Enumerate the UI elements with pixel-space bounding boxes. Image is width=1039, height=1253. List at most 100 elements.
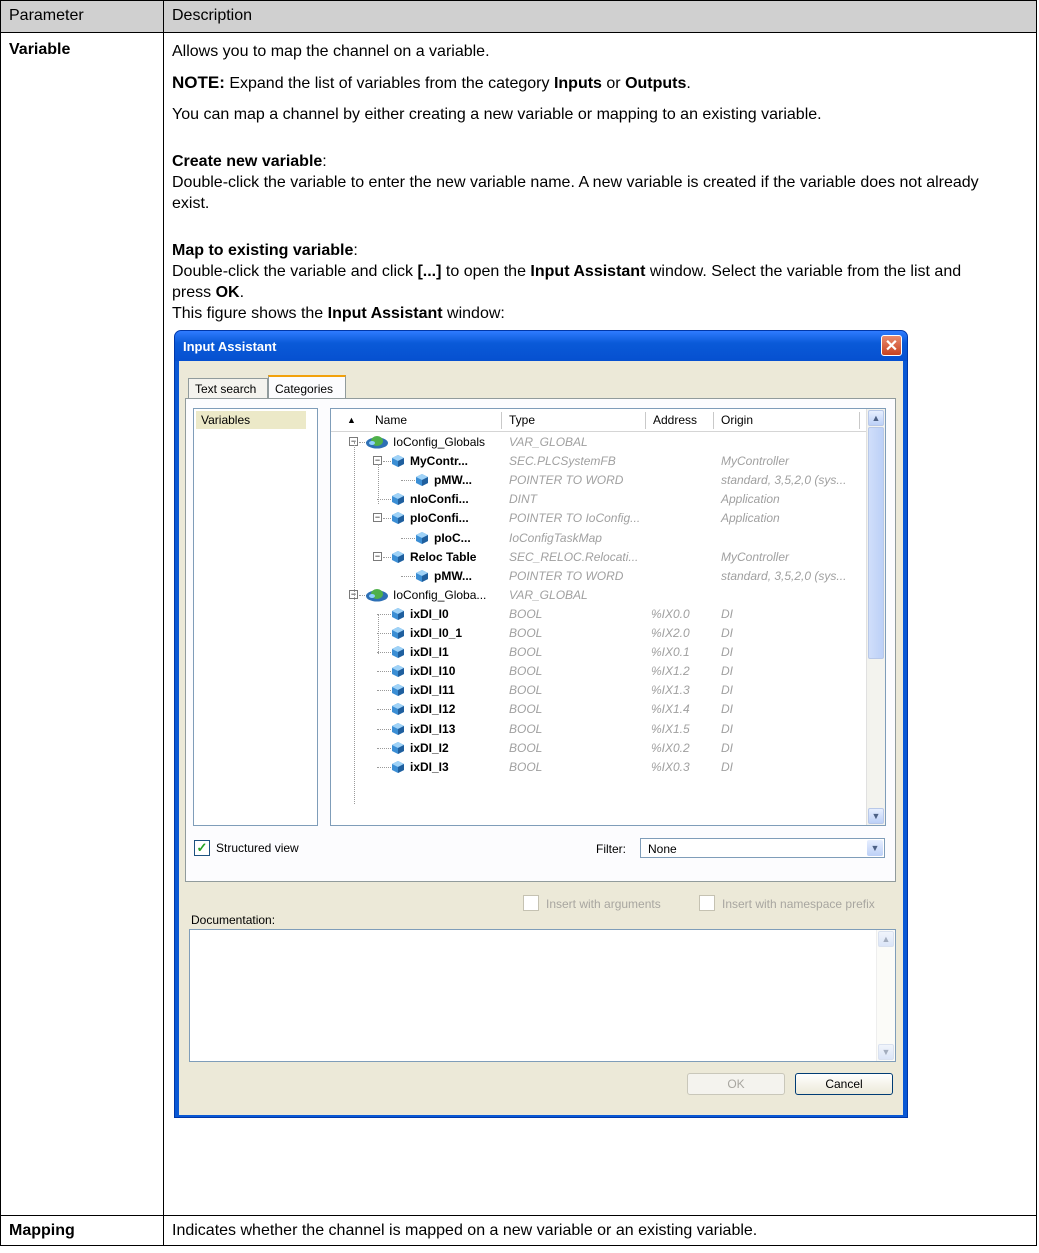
map-ok: OK: [215, 284, 240, 301]
table-row: Variable Allows you to map the channel o…: [0, 32, 1037, 1216]
scroll-thumb[interactable]: [868, 427, 884, 659]
insert-ns-checkbox[interactable]: [699, 895, 715, 911]
close-button[interactable]: ✕: [881, 335, 902, 356]
filter-select[interactable]: None ▼: [640, 838, 885, 858]
variable-icon: [415, 473, 429, 487]
tree-row[interactable]: pIoC... IoConfigTaskMap: [331, 530, 867, 547]
tree-row[interactable]: − IoConfig_Globa... VAR_GLOBAL: [331, 587, 867, 604]
scroll-up-button[interactable]: ▲: [868, 410, 884, 426]
tree-row[interactable]: − Reloc Table SEC_RELOC.Relocati... MyContr…: [331, 549, 867, 566]
tab-text-search[interactable]: Text search: [188, 378, 268, 398]
tree-header: ▲ Name Type Address Origin: [331, 409, 867, 432]
row-type: VAR_GLOBAL: [509, 587, 588, 602]
tree-scrollbar[interactable]: ▲ ▼: [866, 409, 885, 825]
row-name: ixDI_I12: [410, 702, 456, 717]
cancel-button[interactable]: Cancel: [795, 1073, 893, 1095]
variable-icon: [391, 741, 405, 755]
header-description: Description: [163, 0, 1037, 33]
fig-b: window:: [442, 305, 505, 322]
dialog-body: Text search Categories Variables ▲ Name …: [179, 361, 903, 1115]
row-type: BOOL: [509, 759, 543, 774]
dialog-title: Input Assistant: [183, 339, 277, 354]
variable-icon: [391, 550, 405, 564]
row-address: %IX1.3: [651, 683, 690, 698]
tree-row[interactable]: ixDI_I2 BOOL %IX0.2 DI: [331, 740, 867, 757]
variable-icon: [391, 645, 405, 659]
map-colon: :: [353, 242, 358, 259]
row-name: ixDI_I1: [410, 645, 449, 660]
tree-row[interactable]: ixDI_I0 BOOL %IX0.0 DI: [331, 606, 867, 623]
note-or: or: [601, 75, 626, 92]
row-origin: DI: [721, 702, 733, 717]
variable-icon: [391, 722, 405, 736]
table-row: Mapping Indicates whether the channel is…: [0, 1215, 1037, 1246]
row-type: BOOL: [509, 740, 543, 755]
desc-para: You can map a channel by either creating…: [172, 106, 822, 123]
sort-arrow-icon[interactable]: ▲: [347, 415, 356, 425]
tree-row[interactable]: pMW... POINTER TO WORD standard, 3,5,2,0 (…: [331, 568, 867, 585]
tree-row[interactable]: ixDI_I10 BOOL %IX1.2 DI: [331, 663, 867, 680]
tree-row[interactable]: − IoConfig_Globals VAR_GLOBAL: [331, 434, 867, 451]
row-name: ixDI_I2: [410, 740, 449, 755]
tab-categories[interactable]: Categories: [268, 375, 346, 399]
column-name[interactable]: Name: [375, 413, 407, 427]
row-type: BOOL: [509, 683, 543, 698]
fig-ia: Input Assistant: [327, 305, 443, 322]
column-origin[interactable]: Origin: [721, 413, 753, 427]
documentation-label: Documentation:: [191, 913, 276, 927]
map-text: Double-click the variable and click [...…: [172, 261, 1002, 303]
variable-icon: [391, 511, 405, 525]
tree-row[interactable]: ixDI_I11 BOOL %IX1.3 DI: [331, 682, 867, 699]
create-heading-text: Create new variable: [172, 153, 323, 170]
variable-icon: [415, 569, 429, 583]
create-colon: :: [322, 153, 327, 170]
category-item-variables[interactable]: Variables: [196, 411, 306, 429]
row-origin: DI: [721, 664, 733, 679]
tree-row[interactable]: − pIoConfi... POINTER TO IoConfig... Applic…: [331, 510, 867, 527]
insert-args-label: Insert with arguments: [546, 897, 661, 911]
scroll-down-button[interactable]: ▼: [868, 808, 884, 824]
structured-view-checkbox[interactable]: ✓: [194, 840, 210, 856]
map-heading-text: Map to existing variable: [172, 242, 354, 259]
chevron-down-icon[interactable]: ▼: [867, 840, 883, 856]
param-description: Indicates whether the channel is mapped …: [163, 1215, 1037, 1246]
variable-icon: [391, 664, 405, 678]
param-name: Mapping: [0, 1215, 164, 1246]
row-origin: standard, 3,5,2,0 (sys...: [721, 473, 847, 488]
variable-icon: [415, 531, 429, 545]
row-type: IoConfigTaskMap: [509, 530, 602, 545]
map-text-b: to open the: [441, 263, 531, 280]
row-origin: Application: [721, 511, 780, 526]
tree-row[interactable]: ixDI_I12 BOOL %IX1.4 DI: [331, 701, 867, 718]
tree-row[interactable]: ixDI_I13 BOOL %IX1.5 DI: [331, 721, 867, 738]
tree-row[interactable]: − MyContr... SEC.PLCSystemFB MyController: [331, 453, 867, 470]
collapse-toggle-icon[interactable]: −: [373, 513, 382, 523]
collapse-toggle-icon[interactable]: −: [373, 551, 382, 561]
tree-row[interactable]: ixDI_I3 BOOL %IX0.3 DI: [331, 759, 867, 776]
category-list[interactable]: Variables: [193, 408, 318, 826]
row-name: MyContr...: [410, 454, 469, 469]
map-end: .: [239, 284, 245, 301]
note-text: Expand the list of variables from the ca…: [224, 75, 554, 92]
row-address: %IX0.1: [651, 645, 690, 660]
tree-row[interactable]: ixDI_I1 BOOL %IX0.1 DI: [331, 644, 867, 661]
row-name: pMW...: [434, 473, 472, 488]
variable-tree[interactable]: ▲ Name Type Address Origin −IoConfig_Gl: [330, 408, 886, 826]
global-variables-icon: [365, 588, 389, 602]
documentation-box[interactable]: ▲ ▼: [189, 929, 896, 1062]
create-text: Double-click the variable to enter the n…: [172, 174, 979, 212]
ok-button[interactable]: OK: [687, 1073, 785, 1095]
column-type[interactable]: Type: [509, 413, 535, 427]
tree-row[interactable]: nIoConfi... DINT Application: [331, 491, 867, 508]
row-name: pIoC...: [434, 530, 471, 545]
tree-line: [378, 614, 379, 654]
tree-row[interactable]: ixDI_I0_1 BOOL %IX2.0 DI: [331, 625, 867, 642]
filter-label: Filter:: [596, 842, 626, 856]
row-origin: DI: [721, 759, 733, 774]
table-header: Parameter Description: [0, 0, 1037, 33]
categories-panel: Variables ▲ Name Type Address Origin − I…: [185, 398, 896, 882]
insert-args-checkbox[interactable]: [523, 895, 539, 911]
row-type: VAR_GLOBAL: [509, 435, 588, 449]
column-address[interactable]: Address: [653, 413, 697, 427]
tree-row[interactable]: pMW... POINTER TO WORD standard, 3,5,2,0 (…: [331, 472, 867, 489]
